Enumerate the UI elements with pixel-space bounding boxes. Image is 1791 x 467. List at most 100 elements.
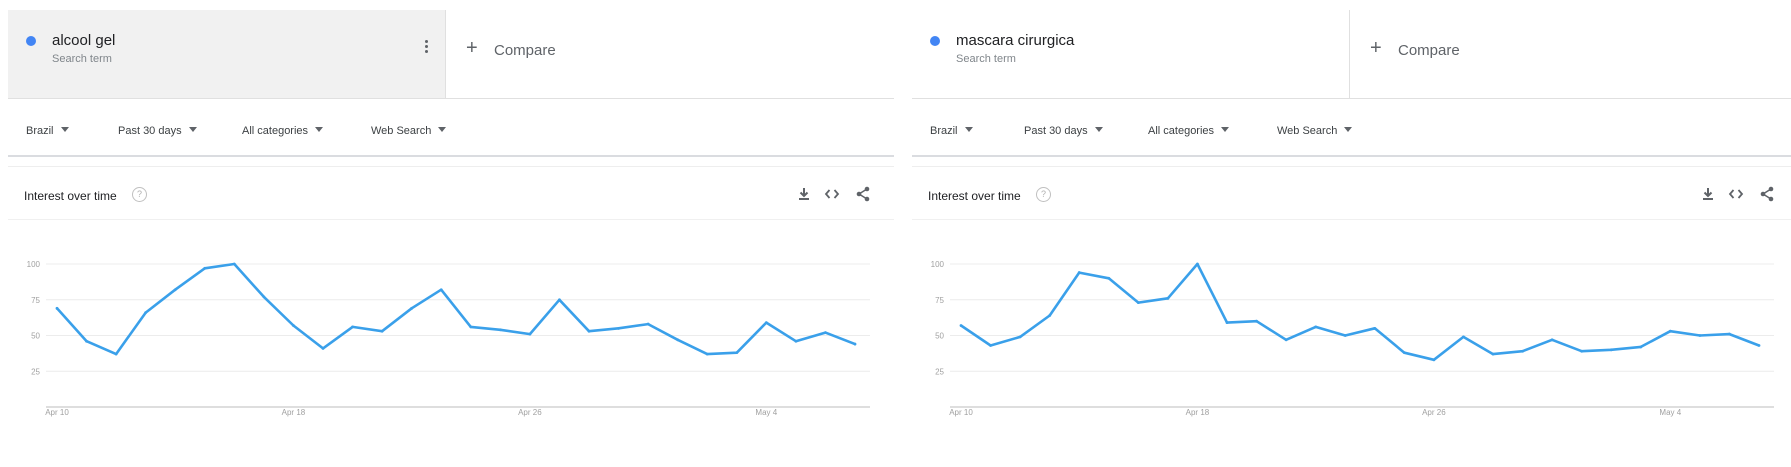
data-point [587, 329, 591, 333]
y-tick-label: 50 [31, 332, 40, 341]
category-filter[interactable]: All categories [242, 125, 324, 137]
data-point [989, 344, 992, 347]
data-point [410, 306, 414, 310]
y-tick-label: 25 [935, 367, 944, 376]
dropdown-caret-icon [964, 127, 973, 132]
embed-icon[interactable] [1727, 185, 1745, 203]
data-point [1314, 325, 1318, 329]
data-point [114, 352, 118, 356]
search-terms-bar: alcool gel Search term + Compare [8, 10, 894, 99]
data-point [1048, 314, 1052, 317]
help-icon[interactable]: ? [132, 187, 147, 202]
filters-bar: Brazil Past 30 days All categories Web S… [912, 99, 1791, 157]
data-point [173, 288, 177, 292]
time-range-filter-label: Past 30 days [1024, 125, 1088, 137]
data-point [1343, 334, 1347, 337]
search-type-filter[interactable]: Web Search [1277, 125, 1353, 137]
share-icon[interactable] [854, 185, 872, 203]
x-tick-label: May 4 [1659, 408, 1681, 417]
x-tick-label: Apr 26 [518, 408, 542, 417]
dropdown-caret-icon [315, 127, 324, 132]
download-icon[interactable] [795, 185, 813, 203]
search-type-filter[interactable]: Web Search [371, 125, 447, 137]
card-title: Interest over time [24, 189, 117, 203]
search-terms-bar: mascara cirurgica Search term + Compare [912, 10, 1791, 99]
dropdown-caret-icon [1094, 127, 1103, 132]
more-vert-icon[interactable] [425, 40, 429, 54]
data-point [85, 339, 88, 343]
time-range-filter-label: Past 30 days [118, 125, 182, 137]
x-tick-label: Apr 10 [949, 408, 973, 417]
data-point [617, 326, 620, 330]
data-point [1284, 338, 1288, 342]
interest-series-line [56, 262, 856, 356]
data-point [469, 325, 473, 329]
dropdown-caret-icon [188, 127, 197, 132]
time-range-filter[interactable]: Past 30 days [1024, 125, 1103, 137]
plus-icon: + [1370, 37, 1382, 59]
data-point [1255, 319, 1258, 323]
data-point [853, 342, 857, 346]
category-filter-label: All categories [242, 125, 309, 137]
dropdown-caret-icon [1344, 127, 1353, 132]
data-point [439, 288, 443, 292]
time-range-filter[interactable]: Past 30 days [118, 125, 197, 137]
search-term-type: Search term [956, 53, 1016, 65]
y-tick-label: 75 [31, 296, 40, 305]
data-point [1225, 321, 1229, 325]
data-point [1698, 334, 1702, 337]
data-point [558, 298, 561, 302]
data-point [1757, 344, 1761, 347]
trends-panel-left: alcool gel Search term + Compare Brazil … [8, 10, 894, 447]
data-point [321, 346, 325, 350]
region-filter[interactable]: Brazil [26, 125, 69, 137]
region-filter[interactable]: Brazil [930, 125, 973, 137]
filters-bar: Brazil Past 30 days All categories Web S… [8, 99, 894, 157]
dropdown-caret-icon [438, 127, 447, 132]
data-point [1402, 351, 1406, 355]
data-point [1728, 332, 1731, 336]
embed-icon[interactable] [823, 185, 841, 203]
data-point [1166, 296, 1170, 300]
data-point [676, 338, 680, 342]
series-color-dot [26, 36, 36, 46]
data-point [794, 339, 798, 343]
data-point [55, 306, 59, 310]
dropdown-caret-icon [1221, 127, 1230, 132]
data-point [1196, 262, 1199, 266]
data-point [292, 324, 295, 327]
interest-line-chart: 25 50 75 100 Apr 10 Apr 18 Apr 26 May 4 [931, 260, 1774, 417]
region-filter-label: Brazil [26, 125, 54, 137]
x-tick-label: Apr 18 [1186, 408, 1210, 417]
help-icon[interactable]: ? [1036, 187, 1051, 202]
data-point [498, 328, 502, 332]
data-point [764, 321, 768, 325]
data-point [351, 325, 354, 329]
compare-button[interactable]: + Compare [446, 10, 894, 98]
search-term-card[interactable]: mascara cirurgica Search term [912, 10, 1350, 98]
data-point [1580, 349, 1584, 353]
share-icon[interactable] [1758, 185, 1776, 203]
y-tick-label: 25 [31, 367, 40, 376]
download-icon[interactable] [1699, 185, 1717, 203]
data-point [1136, 301, 1140, 305]
category-filter-label: All categories [1148, 125, 1215, 137]
x-tick-label: Apr 26 [1422, 408, 1446, 417]
search-term-card[interactable]: alcool gel Search term [8, 10, 446, 98]
category-filter[interactable]: All categories [1148, 125, 1230, 137]
data-point [1609, 348, 1613, 352]
series-color-dot [930, 36, 940, 46]
data-point [1521, 349, 1524, 353]
data-point [262, 295, 266, 299]
interest-series-line [960, 262, 1760, 362]
compare-button[interactable]: + Compare [1350, 10, 1791, 98]
data-point [1491, 352, 1495, 356]
data-point [824, 331, 827, 335]
data-point [1373, 326, 1377, 330]
data-point [203, 266, 207, 270]
compare-label: Compare [1398, 42, 1460, 59]
search-term-name: mascara cirurgica [956, 32, 1075, 49]
y-tick-label: 75 [935, 296, 944, 305]
data-point [1107, 276, 1111, 280]
x-tick-label: Apr 10 [45, 408, 69, 417]
